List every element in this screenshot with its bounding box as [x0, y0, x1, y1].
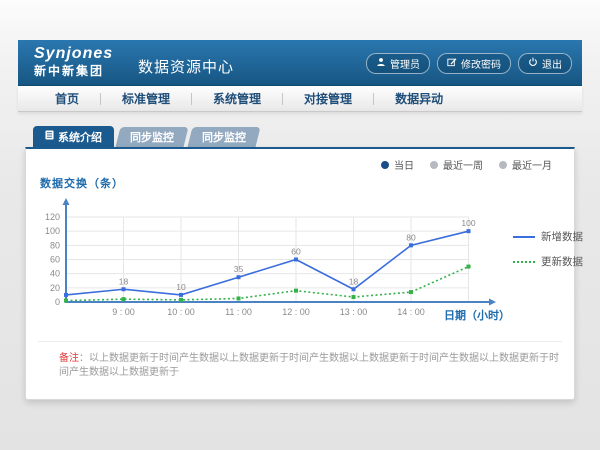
- page-title: 数据资源中心: [138, 56, 234, 77]
- svg-text:100: 100: [45, 226, 60, 236]
- divider: [38, 341, 562, 342]
- svg-text:18: 18: [349, 276, 359, 286]
- time-range-option-1[interactable]: 当日: [381, 157, 414, 172]
- footnote-text: ：以上数据更新于时间产生数据以上数据更新于时间产生数据以上数据更新于时间产生数据…: [59, 353, 559, 378]
- svg-text:80: 80: [406, 232, 416, 242]
- edit-icon: [447, 57, 457, 70]
- tab-3[interactable]: 同步监控: [188, 127, 261, 147]
- radio-label: 当日: [394, 157, 414, 172]
- app-header: Synjones 新中新集团 数据资源中心 管理员 修改密码 退出: [18, 40, 582, 86]
- user-action-button[interactable]: 管理员: [366, 53, 430, 74]
- legend-label: 更新数据: [541, 254, 583, 269]
- svg-text:11 : 00: 11 : 00: [225, 307, 252, 317]
- radio-label: 最近一月: [512, 157, 552, 172]
- action-label: 修改密码: [461, 56, 501, 71]
- radio-dot-icon: [499, 161, 507, 169]
- time-range-option-3[interactable]: 最近一月: [499, 157, 552, 172]
- legend-label: 新增数据: [541, 229, 583, 244]
- power-action-button[interactable]: 退出: [518, 53, 572, 74]
- svg-text:100: 100: [461, 218, 475, 228]
- svg-text:14 : 00: 14 : 00: [397, 307, 425, 317]
- nav-item-3[interactable]: 系统管理: [192, 86, 282, 112]
- time-range-group: 当日 最近一周 最近一月: [381, 157, 552, 172]
- user-icon: [376, 57, 386, 70]
- action-label: 退出: [542, 56, 562, 71]
- svg-text:120: 120: [45, 212, 60, 222]
- svg-text:60: 60: [50, 255, 60, 265]
- content-panel: 当日 最近一周 最近一月 数据交换（条） 0 20 40 60 80 100 120 9 : 00…: [25, 147, 575, 400]
- footnote: 备注：以上数据更新于时间产生数据以上数据更新于时间产生数据以上数据更新于时间产生…: [59, 352, 564, 380]
- tab-label: 同步监控: [202, 129, 246, 145]
- doc-icon: [45, 130, 54, 143]
- svg-text:18: 18: [119, 276, 129, 286]
- edit-action-button[interactable]: 修改密码: [437, 53, 511, 74]
- brand-name: Synjones: [34, 45, 113, 63]
- y-axis-title: 数据交换（条）: [40, 175, 124, 191]
- power-icon: [528, 57, 538, 70]
- tab-label: 系统介绍: [58, 129, 102, 145]
- svg-text:80: 80: [50, 240, 60, 250]
- tab-label: 同步监控: [130, 129, 174, 145]
- svg-text:0: 0: [55, 297, 60, 307]
- nav-item-5[interactable]: 数据异动: [374, 86, 464, 112]
- nav-item-2[interactable]: 标准管理: [101, 86, 191, 112]
- brand-name-cn: 新中新集团: [34, 63, 113, 79]
- tab-bar: 系统介绍 同步监控 同步监控: [33, 126, 258, 147]
- chart-legend: 新增数据更新数据: [513, 229, 583, 269]
- brand-logo: Synjones 新中新集团: [34, 45, 113, 79]
- svg-text:20: 20: [50, 283, 60, 293]
- svg-text:10 : 00: 10 : 00: [167, 307, 195, 317]
- tab-1[interactable]: 系统介绍: [33, 126, 114, 147]
- svg-text:9 : 00: 9 : 00: [112, 307, 135, 317]
- x-axis-title: 日期（小时）: [444, 307, 510, 323]
- radio-label: 最近一周: [443, 157, 483, 172]
- tab-2[interactable]: 同步监控: [116, 127, 189, 147]
- legend-item-2: 更新数据: [513, 254, 583, 269]
- legend-line-sample: [513, 261, 535, 263]
- svg-text:12 : 00: 12 : 00: [282, 307, 310, 317]
- legend-line-sample: [513, 236, 535, 238]
- legend-item-1: 新增数据: [513, 229, 583, 244]
- svg-text:40: 40: [50, 269, 60, 279]
- svg-text:60: 60: [291, 247, 301, 257]
- radio-dot-icon: [381, 161, 389, 169]
- nav-item-1[interactable]: 首页: [34, 86, 100, 112]
- svg-text:35: 35: [234, 264, 244, 274]
- user-actions: 管理员 修改密码 退出: [366, 53, 572, 74]
- svg-text:13 : 00: 13 : 00: [340, 307, 368, 317]
- time-range-option-2[interactable]: 最近一周: [430, 157, 483, 172]
- action-label: 管理员: [390, 56, 420, 71]
- nav-item-4[interactable]: 对接管理: [283, 86, 373, 112]
- footnote-label: 备注: [59, 353, 79, 364]
- main-nav: 首页标准管理系统管理对接管理数据异动: [18, 86, 582, 112]
- radio-dot-icon: [430, 161, 438, 169]
- line-chart: 0 20 40 60 80 100 120 9 : 00 10 : 00 11 : 00 12 : …: [41, 191, 511, 321]
- svg-text:10: 10: [176, 282, 186, 292]
